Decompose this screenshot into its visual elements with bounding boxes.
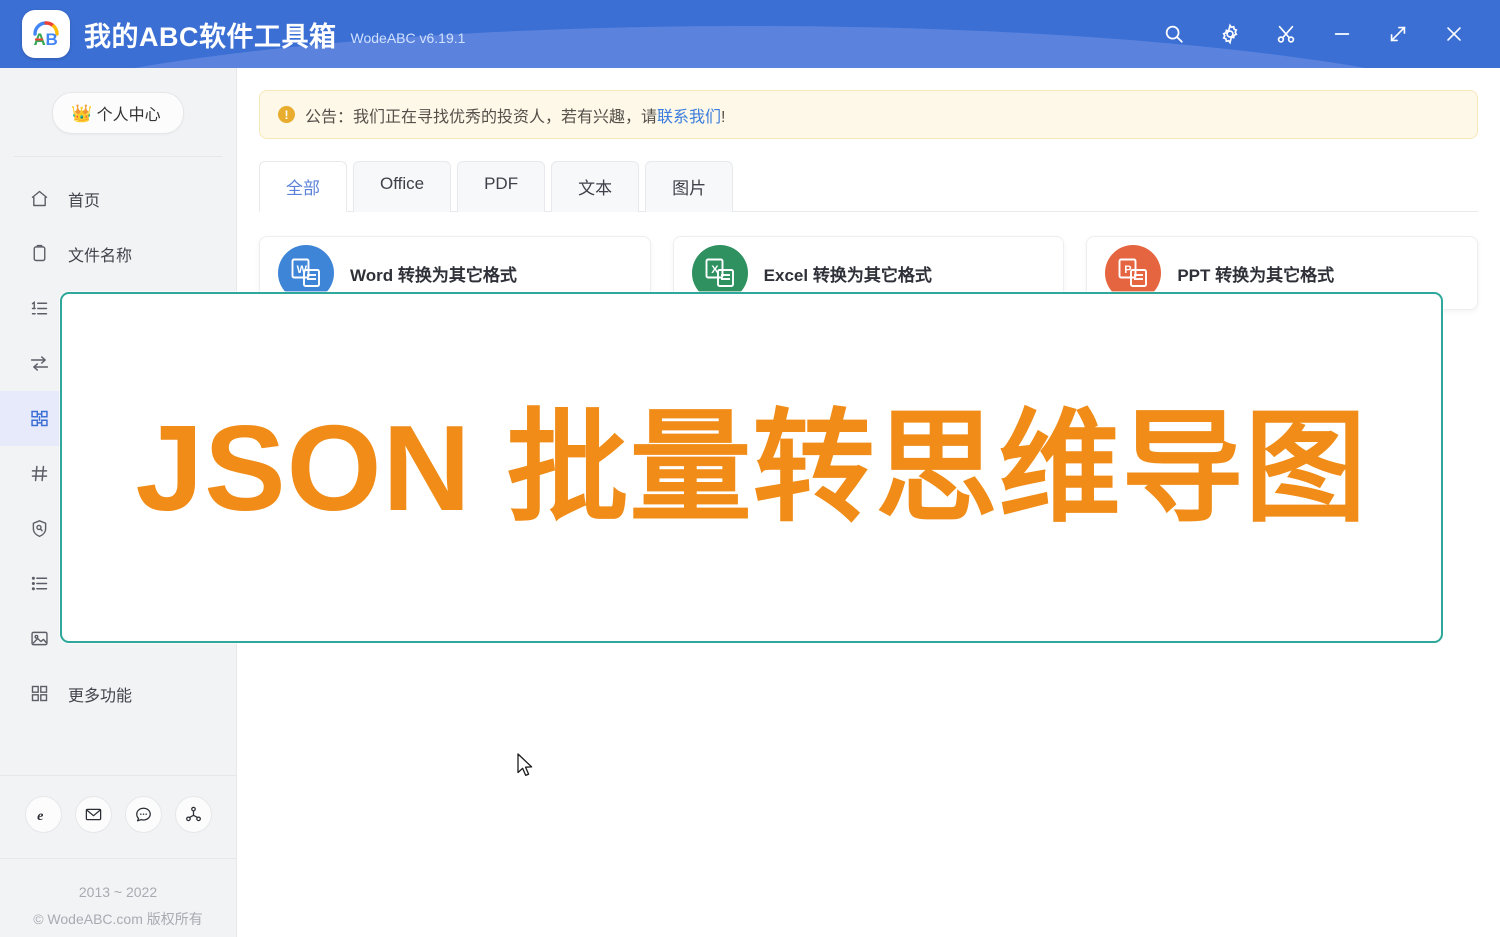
shield-search-icon (28, 518, 50, 540)
sidebar-item-label: 首页 (68, 192, 101, 210)
app-logo-icon: A B (22, 10, 70, 58)
application-window: A B 我的ABC软件工具箱 WodeABC v6.19.1 👑 个人中心 首页… (0, 0, 1500, 937)
title-bar-brand: A B 我的ABC软件工具箱 WodeABC v6.19.1 (22, 0, 465, 68)
card-title: Excel 转换为其它格式 (763, 265, 932, 285)
tab-text[interactable]: 文本 (551, 161, 640, 212)
sidebar-item-file-name[interactable]: 文件名称 (0, 226, 236, 281)
sidebar-item-label: 文件名称 (68, 247, 133, 265)
announcement-text: 公告：我们正在寻找优秀的投资人，若有兴趣，请联系我们! (305, 103, 725, 127)
mail-icon[interactable] (74, 796, 112, 833)
sidebar-item-home[interactable]: 首页 (0, 171, 236, 226)
window-controls (1146, 0, 1482, 68)
search-icon[interactable] (1146, 10, 1202, 58)
hash-icon (28, 463, 50, 485)
tab-office[interactable]: Office (353, 161, 452, 212)
announcement-banner: ! 公告：我们正在寻找优秀的投资人，若有兴趣，请联系我们! (259, 90, 1478, 139)
overlay-headline: JSON 批量转思维导图 (135, 399, 1368, 536)
browser-e-icon[interactable]: e (24, 796, 62, 833)
sidebar-social-links: e (0, 775, 236, 853)
card-title: PPT 转换为其它格式 (1177, 265, 1335, 285)
list-ordered-icon (28, 298, 50, 320)
apps-grid-icon (28, 683, 50, 705)
announcement-prefix: 公告：我们正在寻找优秀的投资人，若有兴趣，请 (305, 108, 658, 126)
copyright-years: 2013 ~ 2022 (78, 884, 158, 900)
mouse-cursor (517, 753, 537, 786)
gear-icon[interactable] (1202, 10, 1258, 58)
personal-center-label: 个人中心 (96, 107, 161, 124)
close-icon[interactable] (1426, 10, 1482, 58)
image-icon (28, 628, 50, 650)
personal-center-button[interactable]: 👑 个人中心 (52, 92, 184, 134)
announcement-suffix: ! (721, 108, 726, 126)
category-tabs: 全部 Office PDF 文本 图片 (259, 160, 1478, 212)
sidebar-item-label: 更多功能 (68, 687, 133, 705)
svg-text:B: B (46, 30, 58, 49)
maximize-icon[interactable] (1370, 10, 1426, 58)
copyright-block: 2013 ~ 2022 © WodeABC.com 版权所有 (0, 858, 236, 933)
chat-icon[interactable] (124, 796, 162, 833)
contact-us-link[interactable]: 联系我们 (657, 109, 721, 126)
sidebar-item-more-features[interactable]: 更多功能 (0, 666, 236, 721)
card-title: Word 转换为其它格式 (350, 265, 517, 285)
profile-button-wrap: 👑 个人中心 (0, 68, 236, 156)
minimize-icon[interactable] (1314, 10, 1370, 58)
scissors-icon[interactable] (1258, 10, 1314, 58)
app-title: 我的ABC软件工具箱 (84, 21, 337, 52)
home-icon (28, 188, 50, 210)
crown-icon: 👑 (71, 103, 93, 123)
app-version-label: WodeABC v6.19.1 (350, 30, 466, 46)
tab-all[interactable]: 全部 (259, 161, 347, 212)
feature-overlay-banner: JSON 批量转思维导图 (60, 292, 1443, 643)
svg-text:e: e (37, 808, 43, 824)
file-name-icon (28, 243, 50, 265)
copyright-text: © WodeABC.com 版权所有 (33, 911, 203, 927)
tab-image[interactable]: 图片 (645, 161, 734, 212)
list-icon (28, 573, 50, 595)
title-bar: A B 我的ABC软件工具箱 WodeABC v6.19.1 (0, 0, 1500, 68)
grid-convert-icon (28, 408, 50, 430)
tab-pdf[interactable]: PDF (457, 161, 546, 212)
share-icon[interactable] (174, 796, 212, 833)
transfer-icon (28, 353, 50, 375)
alert-icon: ! (278, 106, 295, 123)
